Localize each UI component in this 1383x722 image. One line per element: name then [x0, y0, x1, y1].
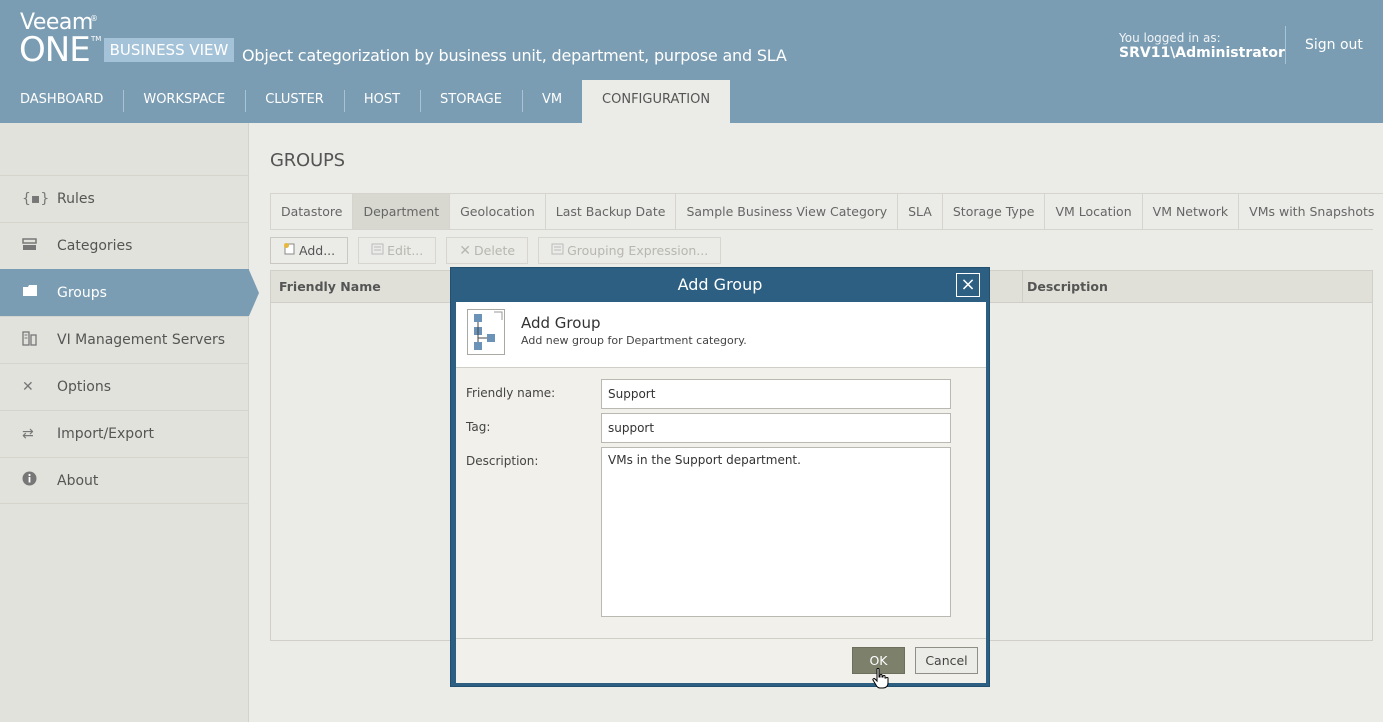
- login-username: SRV11\Administrator: [1119, 45, 1285, 61]
- hand-cursor-icon: [872, 668, 889, 689]
- add-group-dialog: Add Group × Add Group Add new group for …: [450, 267, 990, 687]
- grouping-expression-label: Grouping Expression...: [567, 243, 709, 258]
- logo-one: ONE: [19, 30, 91, 70]
- sidebar-item-label: Categories: [57, 238, 133, 254]
- nav-storage[interactable]: STORAGE: [420, 80, 522, 123]
- sidebar-item-label: Import/Export: [57, 426, 155, 442]
- add-document-icon: [283, 239, 296, 264]
- sidebar-item-vi-management-servers[interactable]: VI Management Servers: [0, 316, 249, 363]
- edit-document-icon: [371, 239, 384, 264]
- tab-geolocation[interactable]: Geolocation: [450, 194, 546, 230]
- tab-vms-with-snapshots[interactable]: VMs with Snapshots: [1239, 194, 1383, 230]
- sign-out-link[interactable]: Sign out: [1305, 37, 1363, 53]
- nav-cluster[interactable]: CLUSTER: [245, 80, 344, 123]
- sidebar: {▪} Rules Categories Groups VI Managemen…: [0, 123, 249, 722]
- header-divider: [1285, 26, 1286, 64]
- dialog-header-box: Add Group Add new group for Department c…: [456, 302, 986, 368]
- delete-button[interactable]: ✕ Delete: [446, 237, 529, 264]
- sidebar-active-pointer: [249, 270, 259, 316]
- delete-x-icon: ✕: [459, 243, 471, 259]
- server-icon: [0, 330, 57, 350]
- tools-icon: ✕: [22, 379, 34, 395]
- tab-last-backup-date[interactable]: Last Backup Date: [545, 194, 677, 230]
- nav-dashboard[interactable]: DASHBOARD: [0, 80, 123, 123]
- expression-icon: [551, 239, 564, 264]
- groups-toolbar: Add... Edit... ✕ Delete Grouping Expressi…: [270, 237, 722, 264]
- logo-trademark: TM: [91, 35, 102, 43]
- tag-label: Tag:: [466, 420, 491, 434]
- edition-badge: BUSINESS VIEW: [104, 38, 234, 62]
- import-export-icon: ⇄: [22, 426, 34, 442]
- dialog-footer-divider: [456, 638, 986, 639]
- category-tabs: Datastore Department Geolocation Last Ba…: [270, 193, 1383, 230]
- sidebar-item-label: Rules: [57, 191, 95, 207]
- info-icon: [0, 471, 57, 490]
- tabs-underline: [270, 229, 1373, 230]
- group-hierarchy-icon: [467, 309, 505, 355]
- delete-button-label: Delete: [474, 243, 516, 258]
- description-textarea[interactable]: VMs in the Support department.: [601, 447, 951, 617]
- tab-sla[interactable]: SLA: [898, 194, 943, 230]
- cancel-button[interactable]: Cancel: [915, 647, 978, 674]
- add-button-label: Add...: [299, 243, 336, 258]
- edit-button-label: Edit...: [387, 243, 424, 258]
- sidebar-item-about[interactable]: About: [0, 457, 249, 504]
- grouping-expression-button[interactable]: Grouping Expression...: [538, 237, 722, 264]
- dialog-subheading: Add new group for Department category.: [521, 334, 747, 347]
- logo-registered-mark: ®: [90, 14, 98, 23]
- nav-vm[interactable]: VM: [521, 80, 582, 123]
- tab-department[interactable]: Department: [353, 194, 451, 230]
- sidebar-item-label: VI Management Servers: [57, 332, 226, 348]
- nav-configuration[interactable]: CONFIGURATION: [582, 80, 731, 123]
- nav-workspace[interactable]: WORKSPACE: [123, 80, 245, 123]
- add-button[interactable]: Add...: [270, 237, 349, 264]
- tab-datastore[interactable]: Datastore: [271, 194, 354, 230]
- sidebar-item-categories[interactable]: Categories: [0, 222, 249, 269]
- drawer-icon: [0, 237, 57, 255]
- tagline: Object categorization by business unit, …: [242, 46, 787, 65]
- tab-vm-location[interactable]: VM Location: [1045, 194, 1143, 230]
- sidebar-item-import-export[interactable]: ⇄ Import/Export: [0, 410, 249, 457]
- tab-storage-type[interactable]: Storage Type: [942, 194, 1046, 230]
- dialog-title: Add Group: [677, 275, 763, 294]
- sidebar-item-label: About: [57, 472, 99, 489]
- edit-button[interactable]: Edit...: [358, 237, 437, 264]
- sidebar-item-options[interactable]: ✕ Options: [0, 363, 249, 410]
- sidebar-item-label: Groups: [57, 284, 107, 301]
- friendly-name-label: Friendly name:: [466, 386, 556, 400]
- sidebar-item-label: Options: [57, 379, 112, 395]
- friendly-name-input[interactable]: [601, 379, 951, 409]
- tab-vm-network[interactable]: VM Network: [1142, 194, 1240, 230]
- column-friendly-name[interactable]: Friendly Name: [271, 271, 381, 303]
- login-label: You logged in as:: [1119, 31, 1221, 45]
- tab-sample-business-view-category[interactable]: Sample Business View Category: [676, 194, 899, 230]
- dialog-body: Add Group Add new group for Department c…: [456, 302, 986, 683]
- dialog-heading: Add Group: [521, 314, 601, 332]
- column-description[interactable]: Description: [1019, 271, 1108, 303]
- page-title: GROUPS: [270, 150, 345, 171]
- nav-host[interactable]: HOST: [343, 80, 420, 123]
- main-nav: DASHBOARD WORKSPACE CLUSTER HOST STORAGE…: [0, 80, 731, 123]
- dialog-close-button[interactable]: ×: [956, 273, 980, 297]
- tag-input[interactable]: [601, 413, 951, 443]
- braces-icon: {▪}: [22, 191, 50, 207]
- app-header: Veeam ® ONE TM BUSINESS VIEW Object cate…: [0, 0, 1383, 123]
- folder-icon: [0, 284, 57, 301]
- sidebar-item-rules[interactable]: {▪} Rules: [0, 175, 249, 222]
- description-label: Description:: [466, 454, 539, 468]
- sidebar-item-groups[interactable]: Groups: [0, 269, 249, 316]
